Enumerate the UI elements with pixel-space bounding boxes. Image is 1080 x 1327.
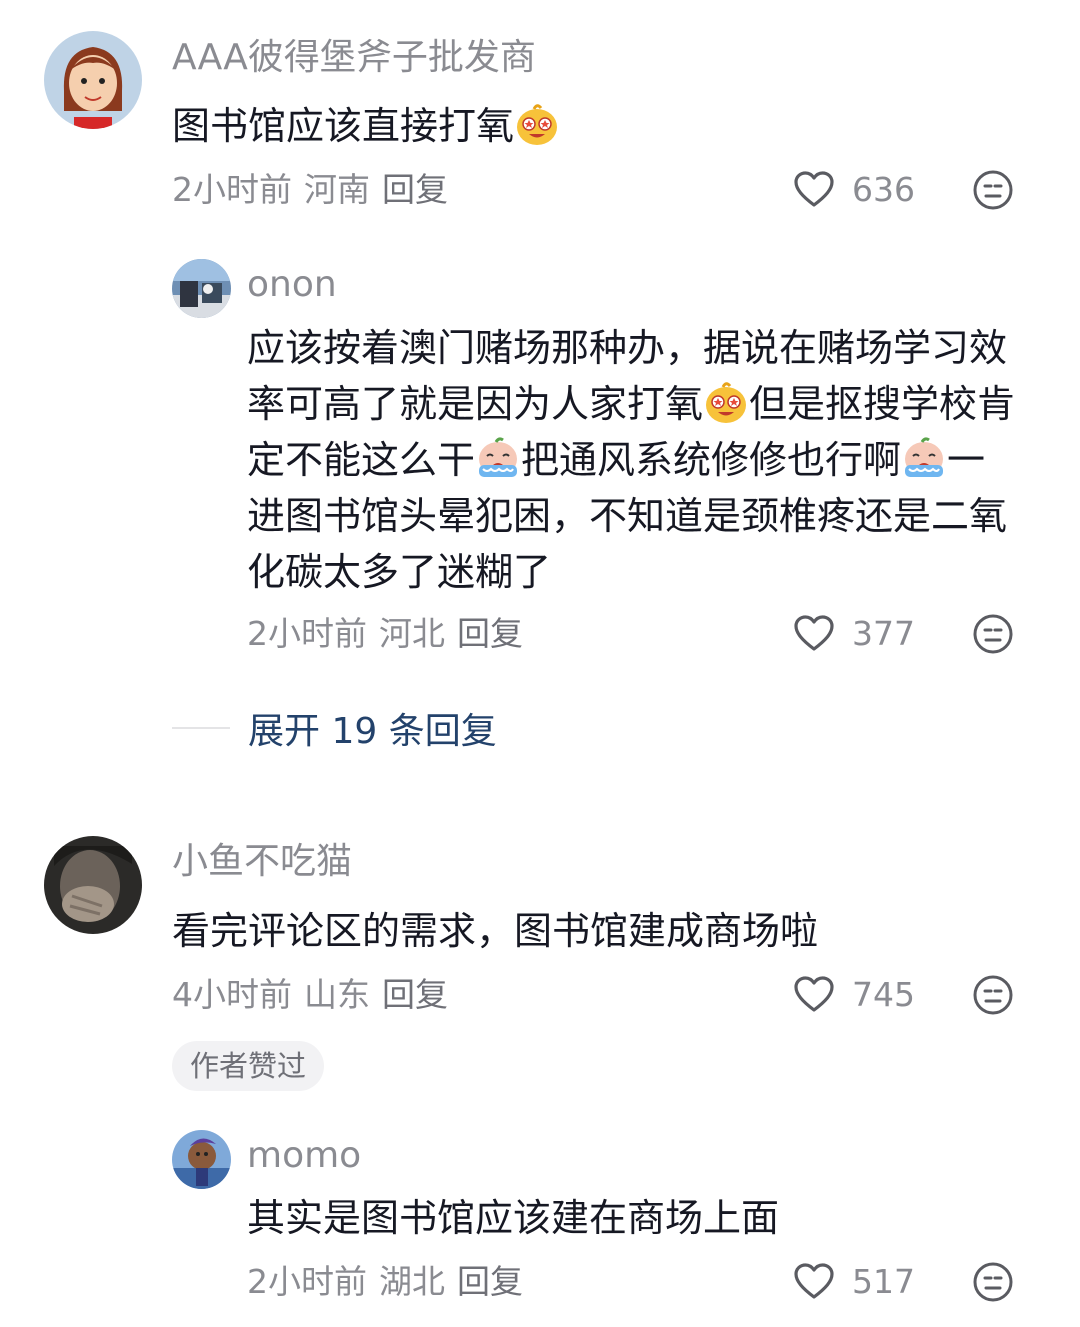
comment-location: 河北	[379, 614, 445, 653]
comment-time: 2小时前	[247, 1262, 367, 1301]
username[interactable]: AAA彼得堡斧子批发商	[172, 36, 536, 80]
like-count: 636	[852, 170, 915, 209]
avatar[interactable]	[44, 836, 142, 934]
comment-meta: 2小时前 湖北 回复	[247, 1260, 535, 1304]
expand-replies-button[interactable]: 展开 19 条回复	[172, 700, 497, 756]
crying-emoji-icon	[901, 435, 947, 481]
heart-outline-icon	[792, 1260, 836, 1304]
crying-emoji-icon	[475, 435, 521, 481]
reply-button[interactable]: 回复	[382, 975, 448, 1014]
comment-location: 河南	[304, 170, 370, 209]
laughing-emoji-icon	[514, 101, 560, 147]
like-button[interactable]: 517	[792, 1260, 915, 1304]
expand-replies-label: 展开 19 条回复	[248, 711, 497, 752]
comment-text: 看完评论区的需求，图书馆建成商场啦	[172, 903, 1032, 959]
comment-text: 应该按着澳门赌场那种办，据说在赌场学习效率可高了就是因为人家打氧 但是抠搜学校肯定…	[247, 320, 1017, 600]
avatar[interactable]	[172, 1130, 231, 1189]
comment-time: 2小时前	[172, 170, 292, 209]
comment-meta: 4小时前 山东 回复	[172, 973, 460, 1017]
reply-button[interactable]: 回复	[382, 170, 448, 209]
dislike-face-icon[interactable]	[972, 169, 1014, 211]
like-button[interactable]: 745	[792, 973, 915, 1017]
comment-text: 图书馆应该直接打氧	[172, 98, 1032, 154]
like-button[interactable]: 636	[792, 168, 915, 212]
comment-text-part: 看完评论区的需求，图书馆建成商场啦	[172, 909, 819, 953]
comment-text-part: 其实是图书馆应该建在商场上面	[247, 1196, 780, 1240]
heart-outline-icon	[792, 973, 836, 1017]
avatar[interactable]	[172, 259, 231, 318]
username[interactable]: onon	[247, 263, 337, 307]
comment-text: 其实是图书馆应该建在商场上面	[247, 1190, 1027, 1246]
username[interactable]: momo	[247, 1134, 361, 1178]
like-count: 517	[852, 1262, 915, 1301]
dislike-face-icon[interactable]	[972, 1261, 1014, 1303]
reply-button[interactable]: 回复	[457, 1262, 523, 1301]
comment-text-part: 图书馆应该直接打氧	[172, 104, 515, 148]
comment-meta: 2小时前 河南 回复	[172, 168, 460, 212]
heart-outline-icon	[792, 168, 836, 212]
avatar[interactable]	[44, 31, 142, 129]
laughing-emoji-icon	[703, 379, 749, 425]
comment-location: 湖北	[379, 1262, 445, 1301]
comment-location: 山东	[304, 975, 370, 1014]
dislike-face-icon[interactable]	[972, 613, 1014, 655]
username[interactable]: 小鱼不吃猫	[172, 840, 352, 884]
reply-button[interactable]: 回复	[457, 614, 523, 653]
like-count: 745	[852, 975, 915, 1014]
heart-outline-icon	[792, 612, 836, 656]
divider	[172, 727, 230, 729]
comment-text-part: 把通风系统修修也行啊	[521, 438, 902, 482]
comment-time: 4小时前	[172, 975, 292, 1014]
comment-time: 2小时前	[247, 614, 367, 653]
author-liked-badge: 作者赞过	[172, 1041, 325, 1091]
dislike-face-icon[interactable]	[972, 974, 1014, 1016]
like-button[interactable]: 377	[792, 612, 915, 656]
like-count: 377	[852, 614, 915, 653]
comment-meta: 2小时前 河北 回复	[247, 612, 535, 656]
